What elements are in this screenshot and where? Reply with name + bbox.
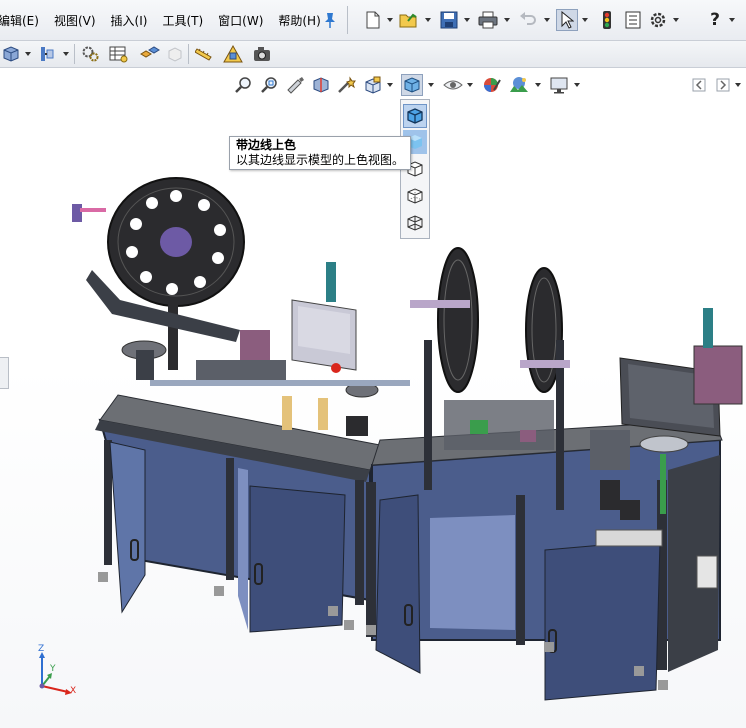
explode-icon (140, 46, 160, 58)
hmi-monitor (619, 308, 743, 437)
open-dropdown[interactable] (424, 9, 432, 31)
new-document-button[interactable] (362, 9, 384, 31)
open-folder-icon (399, 13, 417, 28)
rebuild-button[interactable] (596, 9, 618, 31)
select-button[interactable] (556, 9, 578, 31)
menu-insert[interactable]: 插入(I) (111, 12, 155, 30)
shaded-with-edges-option[interactable] (403, 104, 427, 128)
measure-button[interactable] (194, 43, 216, 65)
hidden-lines-visible-option[interactable] (403, 184, 427, 208)
save-icon (440, 11, 458, 29)
hidden-view-button[interactable] (164, 43, 186, 65)
undo-dropdown[interactable] (543, 9, 551, 31)
measure-ruler-icon (195, 48, 212, 61)
rebuild-traffic-light-icon (603, 11, 611, 29)
insert-components-button[interactable] (0, 43, 22, 65)
options-dropdown[interactable] (672, 9, 680, 31)
machine-frame-left (95, 394, 381, 633)
ghost-cube-icon (168, 47, 182, 62)
mate-icon (41, 47, 54, 61)
feeder-reel-left (86, 177, 245, 370)
new-document-icon (366, 11, 380, 29)
control-panel-box (291, 262, 357, 371)
table-grid-icon (109, 46, 128, 63)
save-button[interactable] (438, 9, 460, 31)
exploded-view-button[interactable] (139, 43, 161, 65)
toolbar-separator (188, 44, 189, 64)
open-button[interactable] (398, 9, 420, 31)
menu-view[interactable]: 视图(V) (54, 12, 103, 30)
options-button[interactable] (647, 9, 669, 31)
display-style-tooltip: 带边线上色 以其边线显示模型的上色视图。 (229, 136, 412, 170)
wireframe-option[interactable] (403, 211, 427, 235)
gear-assembly-icon (82, 46, 99, 62)
undo-icon (520, 12, 536, 25)
insert-components-dropdown[interactable] (24, 43, 32, 65)
tooltip-description: 以其边线显示模型的上色视图。 (236, 153, 405, 167)
options-gear-icon (650, 12, 666, 28)
triad-y-label: Y (50, 664, 56, 674)
camera-icon (254, 47, 270, 61)
print-button[interactable] (477, 9, 499, 31)
menu-edit[interactable]: 编辑(E) (0, 12, 46, 30)
toolbar-separator (347, 6, 348, 34)
toolbar-separator (74, 44, 75, 64)
screen-capture-button[interactable] (251, 43, 273, 65)
undo-button[interactable] (517, 9, 539, 31)
help-button[interactable]: ? (704, 9, 726, 31)
file-properties-button[interactable] (622, 9, 644, 31)
help-icon: ? (710, 10, 720, 30)
print-icon (478, 11, 498, 29)
mate-button[interactable] (36, 43, 58, 65)
side-panel-tab[interactable] (0, 357, 9, 389)
mate-dropdown[interactable] (62, 43, 70, 65)
component-cube-icon (3, 46, 19, 62)
machine-frame-right (366, 419, 723, 701)
help-dropdown[interactable] (728, 9, 736, 31)
shaded-edges-cube-icon (407, 108, 423, 124)
triad-z-label: Z (38, 644, 45, 654)
wireframe-cube-icon (407, 215, 423, 231)
assembly-toolbar (0, 41, 746, 68)
triad-x-label: X (70, 686, 77, 696)
graphics-viewport[interactable]: 带边线上色 以其边线显示模型的上色视图。 Z Y X (0, 68, 746, 728)
menu-help[interactable]: 帮助(H) (278, 12, 327, 30)
menu-window[interactable]: 窗口(W) (218, 12, 270, 30)
tooltip-title: 带边线上色 (236, 138, 297, 152)
file-properties-icon (625, 11, 641, 29)
mass-properties-icon (223, 45, 243, 63)
save-dropdown[interactable] (463, 9, 471, 31)
reference-triad: Z Y X (30, 644, 80, 698)
mass-properties-button[interactable] (222, 43, 244, 65)
menu-bar: 编辑(E) 视图(V) 插入(I) 工具(T) 窗口(W) 帮助(H) ? (0, 0, 746, 41)
select-pointer-icon (561, 11, 574, 29)
menu-tools[interactable]: 工具(T) (162, 12, 210, 30)
print-dropdown[interactable] (503, 9, 511, 31)
select-dropdown[interactable] (581, 9, 589, 31)
new-document-dropdown[interactable] (386, 9, 394, 31)
hidden-lines-visible-cube-icon (407, 188, 423, 204)
bill-of-materials-button[interactable] (108, 43, 130, 65)
pin-menu-icon[interactable] (322, 10, 338, 30)
menu-list: 编辑(E) 视图(V) 插入(I) 工具(T) 窗口(W) 帮助(H) (0, 12, 336, 30)
move-component-button[interactable] (80, 43, 102, 65)
